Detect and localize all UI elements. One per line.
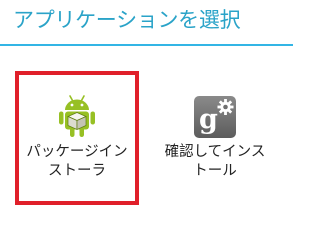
dialog-title: アプリケーションを選択 — [13, 8, 241, 32]
android-package-installer-icon — [59, 95, 95, 137]
package-installer-option[interactable]: パッケージイン ストーラ — [15, 71, 139, 205]
app-chooser-grid: パッケージイン ストーラ g 確認してインス トール — [0, 46, 293, 206]
google-settings-icon: g — [194, 96, 236, 138]
svg-text:g: g — [199, 104, 218, 135]
verify-and-install-label: 確認してインス トール — [164, 144, 266, 179]
dialog-header: アプリケーションを選択 — [0, 0, 293, 44]
verify-and-install-option[interactable]: g 確認してインス トール — [153, 71, 277, 205]
package-installer-label: パッケージイン ストーラ — [26, 144, 128, 179]
